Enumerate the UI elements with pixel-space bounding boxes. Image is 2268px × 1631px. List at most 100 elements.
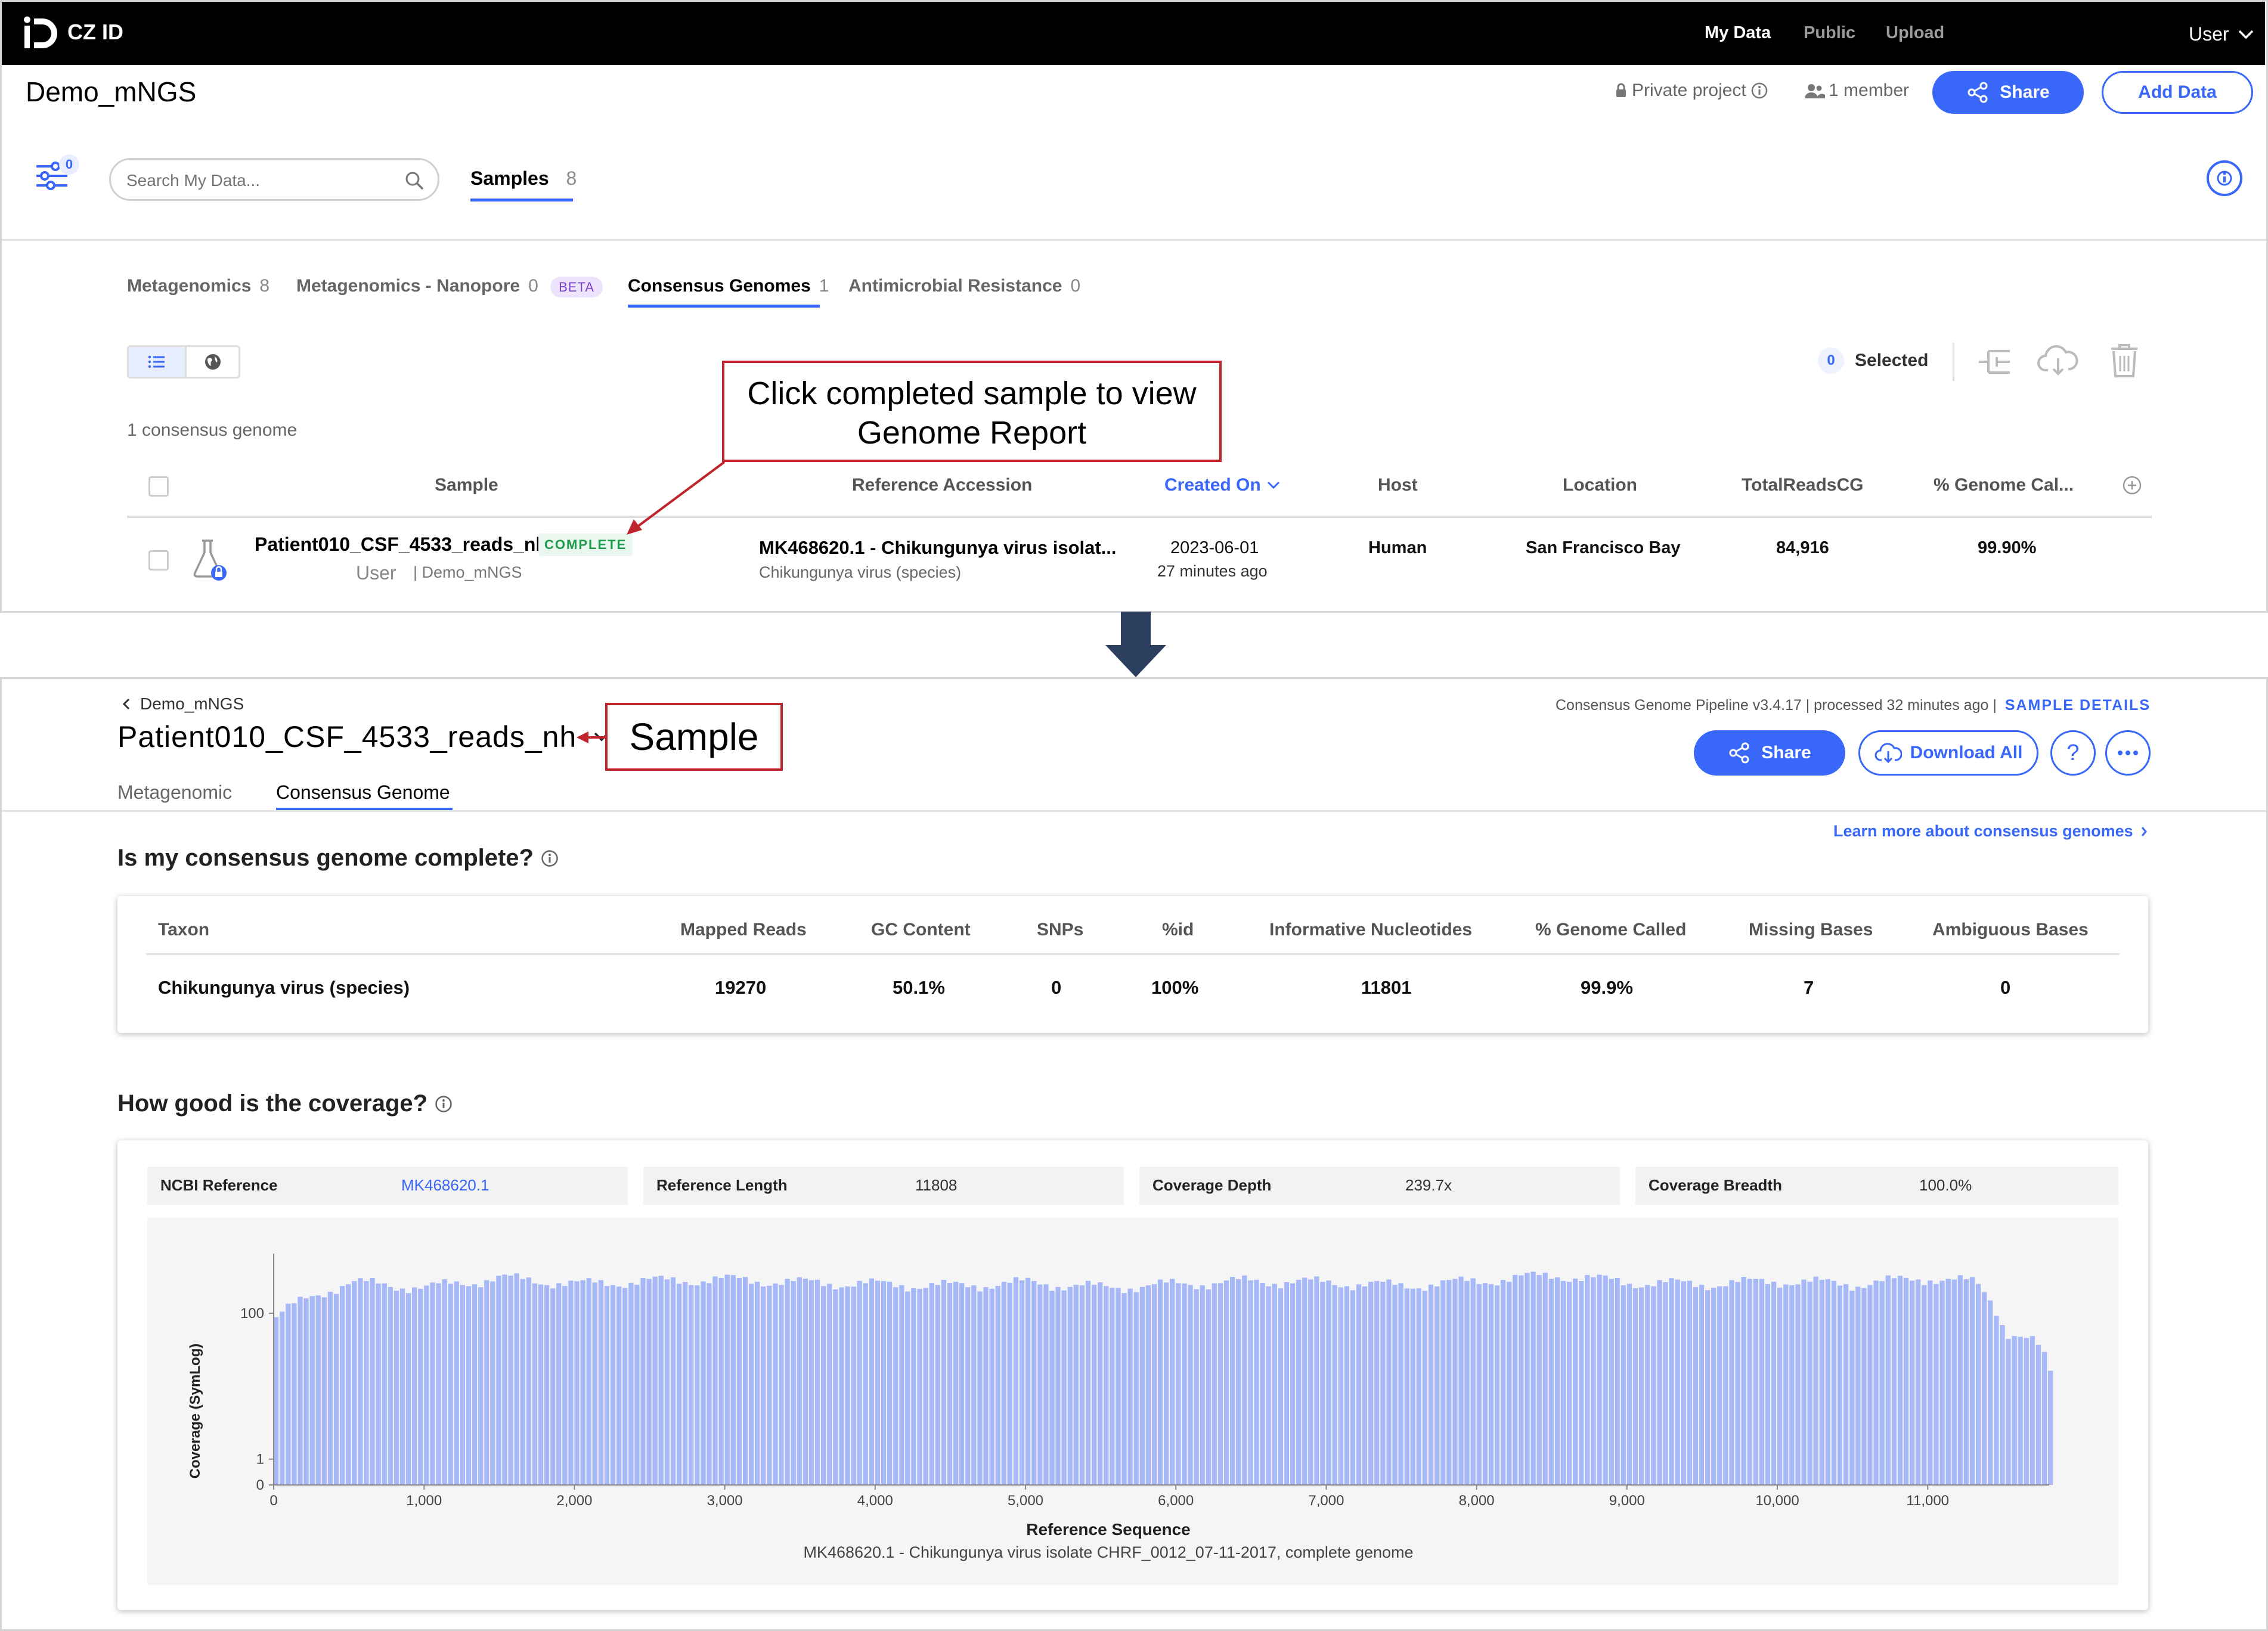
coverage-bar: [1344, 1286, 1349, 1485]
coverage-bar: [863, 1283, 868, 1485]
coverage-bar: [1807, 1281, 1812, 1485]
list-icon: [148, 355, 165, 368]
coverage-bar: [1440, 1280, 1446, 1485]
tab-metagenomics[interactable]: Metagenomics 8: [127, 276, 269, 296]
result-count: 1 consensus genome: [127, 420, 298, 440]
help-button[interactable]: ?: [2050, 730, 2096, 776]
coverage-bar: [1067, 1286, 1073, 1485]
coverage-bar: [1928, 1280, 1933, 1485]
stat-coverage-depth: Coverage Depth 239.7x: [1139, 1167, 1620, 1205]
coverage-bar: [803, 1278, 808, 1485]
coverage-bar: [382, 1283, 387, 1485]
coverage-bar: [1934, 1283, 1939, 1485]
trash-icon[interactable]: [2109, 343, 2140, 379]
map-view-button[interactable]: [185, 347, 238, 377]
list-view-button[interactable]: [129, 347, 185, 377]
user-menu[interactable]: User: [2189, 23, 2254, 45]
x-tick-label: 9,000: [1609, 1493, 1645, 1509]
coverage-bar: [340, 1286, 345, 1485]
download-all-button[interactable]: Download All: [1858, 730, 2038, 776]
coverage-bar: [430, 1282, 435, 1485]
sample-name[interactable]: Patient010_CSF_4533_reads_nh: [255, 534, 547, 556]
coverage-bar: [1994, 1316, 1999, 1485]
row-checkbox[interactable]: [148, 550, 169, 570]
tab-samples[interactable]: Samples 8: [470, 168, 577, 190]
coverage-bar: [1597, 1275, 1602, 1485]
tab-label: Antimicrobial Resistance: [848, 276, 1062, 296]
coverage-bar: [1519, 1275, 1524, 1485]
stat-label: Reference Length: [656, 1176, 788, 1194]
nav-public[interactable]: Public: [1804, 23, 1855, 43]
coverage-bar: [1585, 1275, 1590, 1485]
info-icon[interactable]: [1751, 82, 1768, 99]
search-input[interactable]: [126, 170, 389, 191]
info-panel-icon[interactable]: [2205, 159, 2244, 197]
coverage-bar: [628, 1282, 634, 1485]
info-icon[interactable]: [541, 849, 559, 867]
coverage-bar: [664, 1279, 670, 1485]
coverage-bar: [616, 1286, 622, 1485]
coverage-bar: [977, 1291, 983, 1485]
column-header-sample[interactable]: Sample: [435, 475, 498, 495]
ncbi-reference-link[interactable]: MK468620.1: [401, 1176, 489, 1195]
metric-taxon: Chikungunya virus (species): [158, 977, 410, 998]
tab-antimicrobial-resistance[interactable]: Antimicrobial Resistance 0: [848, 276, 1080, 296]
table-row[interactable]: Patient010_CSF_4533_reads_nh COMPLETE Us…: [127, 519, 2152, 604]
coverage-bar: [352, 1281, 357, 1485]
phylo-tree-icon[interactable]: [1976, 345, 2012, 379]
info-icon[interactable]: [435, 1095, 453, 1113]
column-header-location[interactable]: Location: [1563, 475, 1637, 495]
share-button[interactable]: Share: [1932, 71, 2084, 114]
add-column-icon[interactable]: [2122, 475, 2142, 495]
tab-metagenomics-nanopore[interactable]: Metagenomics - Nanopore 0 BETA: [296, 276, 603, 297]
coverage-bar: [1206, 1289, 1211, 1485]
coverage-bar: [1560, 1280, 1566, 1485]
column-header-created-on[interactable]: Created On: [1164, 475, 1280, 495]
nav-upload[interactable]: Upload: [1886, 23, 1944, 43]
coverage-bar: [839, 1287, 844, 1485]
cz-id-logo[interactable]: CZ ID: [23, 15, 123, 49]
coverage-bar: [1777, 1287, 1783, 1485]
chevron-left-icon: [122, 698, 130, 710]
report-share-button[interactable]: Share: [1694, 730, 1845, 776]
column-header-reference-accession[interactable]: Reference Accession: [852, 475, 1032, 495]
coverage-bar: [1110, 1288, 1115, 1485]
tab-label: Consensus Genomes: [628, 276, 811, 296]
learn-more-link[interactable]: Learn more about consensus genomes: [1833, 822, 2148, 841]
metric-informative-nucleotides: 11801: [1361, 977, 1412, 998]
coverage-bar: [370, 1278, 375, 1485]
coverage-bar: [1705, 1290, 1711, 1485]
coverage-bar: [346, 1284, 351, 1485]
coverage-chart[interactable]: 0 1,000 2,000 3,000 4,000 5,000 6,000 7,000 8,00…: [147, 1218, 2118, 1585]
sample-details-link[interactable]: SAMPLE DETAILS: [2005, 697, 2151, 714]
select-all-checkbox[interactable]: [148, 476, 169, 497]
created-date: 2023-06-01: [1170, 538, 1259, 557]
sample-selector[interactable]: Patient010_CSF_4533_reads_nh: [117, 720, 610, 754]
column-header-host[interactable]: Host: [1378, 475, 1418, 495]
coverage-bar: [610, 1285, 616, 1485]
column-header-genome-called[interactable]: % Genome Cal...: [1934, 475, 2074, 495]
tab-consensus-genome[interactable]: Consensus Genome: [276, 782, 450, 804]
tab-metagenomic[interactable]: Metagenomic: [117, 782, 232, 804]
coverage-bar: [2030, 1336, 2035, 1485]
coverage-bar: [460, 1285, 465, 1485]
tab-count: 1: [819, 276, 829, 296]
coverage-bar: [1639, 1287, 1644, 1485]
column-header-totalreadscg[interactable]: TotalReadsCG: [1742, 475, 1863, 495]
coverage-bar: [1626, 1283, 1632, 1485]
coverage-bar: [773, 1283, 778, 1485]
members-indicator[interactable]: 1 member: [1805, 80, 1909, 101]
add-data-button[interactable]: Add Data: [2102, 71, 2253, 114]
y-tick-label: 1: [256, 1452, 264, 1468]
download-icon[interactable]: [2037, 344, 2079, 377]
coverage-bar: [1326, 1280, 1331, 1485]
tab-consensus-genomes[interactable]: Consensus Genomes 1: [628, 276, 829, 296]
search-box[interactable]: [109, 158, 439, 201]
coverage-bar: [1284, 1282, 1290, 1485]
nav-my-data[interactable]: My Data: [1705, 23, 1771, 43]
coverage-bar: [520, 1279, 525, 1485]
more-options-button[interactable]: [2105, 730, 2151, 776]
filters-toggle[interactable]: 0: [34, 154, 82, 196]
breadcrumb[interactable]: Demo_mNGS: [122, 694, 244, 714]
coverage-bar: [1657, 1280, 1662, 1485]
